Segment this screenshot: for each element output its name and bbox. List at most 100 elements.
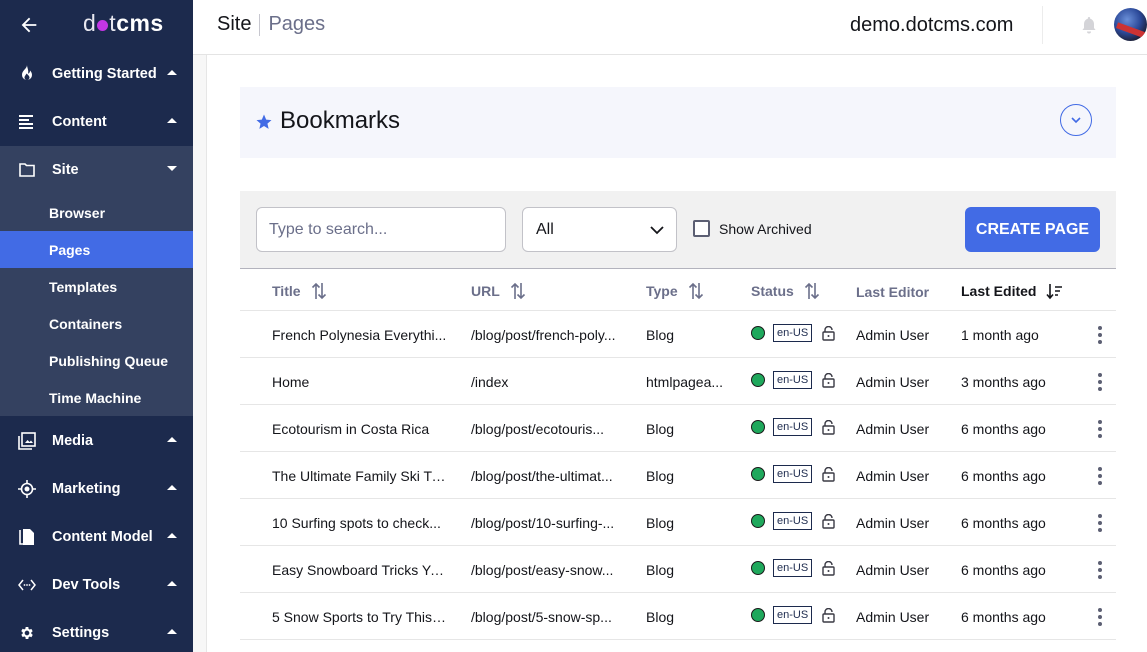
sidebar-item-content-model[interactable]: Content Model — [0, 513, 193, 561]
published-status-icon — [751, 608, 765, 622]
search-input[interactable] — [256, 207, 506, 252]
sort-icon — [510, 282, 525, 300]
column-header-last-edited[interactable]: Last Edited — [961, 282, 1063, 300]
column-header-type[interactable]: Type — [646, 282, 704, 300]
type-filter-value: All — [536, 220, 554, 238]
avatar-image-detail — [1115, 22, 1147, 40]
caret-up-icon — [167, 629, 177, 634]
page-type-cell: Blog — [646, 609, 675, 625]
sidebar-item-site[interactable]: Site — [0, 146, 193, 194]
sort-descending-icon — [1046, 284, 1063, 300]
column-label: URL — [471, 283, 500, 299]
table-row[interactable]: 5 Snow Sports to Try This ... /blog/post… — [240, 593, 1116, 640]
row-actions-menu-icon[interactable] — [1092, 466, 1108, 486]
sidebar-item-settings[interactable]: Settings — [0, 609, 193, 652]
published-status-icon — [751, 467, 765, 481]
page-type-cell: Blog — [646, 515, 675, 531]
table-row[interactable]: Ecotourism in Costa Rica /blog/post/ecot… — [240, 405, 1116, 452]
page-title-cell[interactable]: Home — [272, 374, 447, 390]
sidebar-item-media[interactable]: Media — [0, 417, 193, 465]
table-row[interactable]: Home /index htmlpagea... en-US Admin Use… — [240, 358, 1116, 405]
table-row[interactable]: Easy Snowboard Tricks Yo... /blog/post/e… — [240, 546, 1116, 593]
sidebar-item-getting-started[interactable]: Getting Started — [0, 50, 193, 98]
sort-icon — [804, 282, 819, 300]
last-editor-cell: Admin User — [856, 374, 930, 390]
dotcms-logo[interactable]: d t cms — [83, 10, 164, 37]
table-row[interactable]: 10 Surfing spots to check... /blog/post/… — [240, 499, 1116, 546]
unlock-icon — [822, 325, 835, 341]
top-header: Site Pages demo.dotcms.com — [193, 0, 1147, 55]
unlock-icon — [822, 419, 835, 435]
column-label: Type — [646, 283, 678, 299]
back-arrow-icon[interactable] — [18, 14, 40, 36]
sidebar-subitem-containers[interactable]: Containers — [0, 305, 193, 342]
table-row[interactable]: The Ultimate Family Ski Tri... /blog/pos… — [240, 452, 1116, 499]
type-filter-dropdown[interactable]: All — [522, 207, 677, 252]
breadcrumb-site[interactable]: Site — [217, 13, 251, 36]
sidebar-item-label: Marketing — [52, 481, 121, 497]
show-archived-checkbox[interactable] — [693, 220, 710, 237]
sidebar-subitem-time-machine[interactable]: Time Machine — [0, 379, 193, 416]
create-page-button[interactable]: CREATE PAGE — [965, 207, 1100, 252]
row-actions-menu-icon[interactable] — [1092, 325, 1108, 345]
page-title-cell[interactable]: Easy Snowboard Tricks Yo... — [272, 562, 447, 578]
caret-down-icon — [167, 166, 177, 171]
logo-text-t: t — [109, 10, 117, 36]
notification-bell-icon[interactable] — [1079, 15, 1099, 35]
chevron-down-icon — [650, 226, 664, 235]
sidebar-item-label: Content — [52, 114, 107, 130]
unlock-icon — [822, 513, 835, 529]
sidebar-item-label: Content Model — [52, 529, 153, 545]
sidebar-subitem-templates[interactable]: Templates — [0, 268, 193, 305]
user-avatar[interactable] — [1114, 8, 1147, 41]
row-actions-menu-icon[interactable] — [1092, 419, 1108, 439]
logo-dot — [97, 19, 109, 31]
page-type-cell: htmlpagea... — [646, 374, 724, 390]
page-type-cell: Blog — [646, 421, 675, 437]
column-header-url[interactable]: URL — [471, 282, 526, 300]
row-actions-menu-icon[interactable] — [1092, 513, 1108, 533]
logo-text-d: d — [83, 10, 97, 36]
status-cell: en-US — [751, 606, 835, 624]
page-type-cell: Blog — [646, 562, 675, 578]
unlock-icon — [822, 607, 835, 623]
site-selector[interactable]: demo.dotcms.com — [850, 14, 1013, 37]
sidebar-subitem-publishing-queue[interactable]: Publishing Queue — [0, 342, 193, 379]
row-actions-menu-icon[interactable] — [1092, 372, 1108, 392]
bookmarks-panel: Bookmarks — [240, 87, 1116, 158]
caret-up-icon — [167, 437, 177, 442]
sidebar-subitem-browser[interactable]: Browser — [0, 194, 193, 231]
page-title-cell[interactable]: 10 Surfing spots to check... — [272, 515, 447, 531]
sort-icon — [688, 282, 703, 300]
bookmarks-title: Bookmarks — [280, 107, 401, 134]
bookmarks-expand-button[interactable] — [1060, 104, 1092, 136]
page-title-cell[interactable]: French Polynesia Everythi... — [272, 327, 447, 343]
last-editor-cell: Admin User — [856, 515, 930, 531]
last-edited-cell: 6 months ago — [961, 421, 1046, 437]
sidebar-item-dev-tools[interactable]: Dev Tools — [0, 561, 193, 609]
page-title-cell[interactable]: 5 Snow Sports to Try This ... — [272, 609, 447, 625]
row-actions-menu-icon[interactable] — [1092, 607, 1108, 627]
sidebar-item-content[interactable]: Content — [0, 98, 193, 146]
published-status-icon — [751, 373, 765, 387]
sidebar-subitem-pages[interactable]: Pages — [0, 231, 193, 268]
page-title-cell[interactable]: The Ultimate Family Ski Tri... — [272, 468, 447, 484]
column-header-status[interactable]: Status — [751, 282, 820, 300]
status-cell: en-US — [751, 512, 835, 530]
sidebar-item-marketing[interactable]: Marketing — [0, 465, 193, 513]
main-content: Bookmarks All Show Archived CREATE PAGE … — [208, 56, 1147, 652]
show-archived-toggle[interactable]: Show Archived — [693, 220, 812, 237]
language-badge: en-US — [773, 324, 813, 342]
caret-up-icon — [167, 70, 177, 75]
page-title-cell[interactable]: Ecotourism in Costa Rica — [272, 421, 447, 437]
table-row[interactable]: French Polynesia Everythi... /blog/post/… — [240, 311, 1116, 358]
row-actions-menu-icon[interactable] — [1092, 560, 1108, 580]
page-url-cell: /blog/post/the-ultimat... — [471, 468, 613, 484]
folder-icon — [18, 161, 36, 179]
column-header-title[interactable]: Title — [272, 282, 327, 300]
last-editor-cell: Admin User — [856, 421, 930, 437]
breadcrumb-separator — [259, 13, 261, 36]
page-url-cell: /blog/post/10-surfing-... — [471, 515, 615, 531]
pages-toolbar: All Show Archived CREATE PAGE — [240, 191, 1116, 269]
sidebar-header: d t cms — [0, 0, 193, 50]
